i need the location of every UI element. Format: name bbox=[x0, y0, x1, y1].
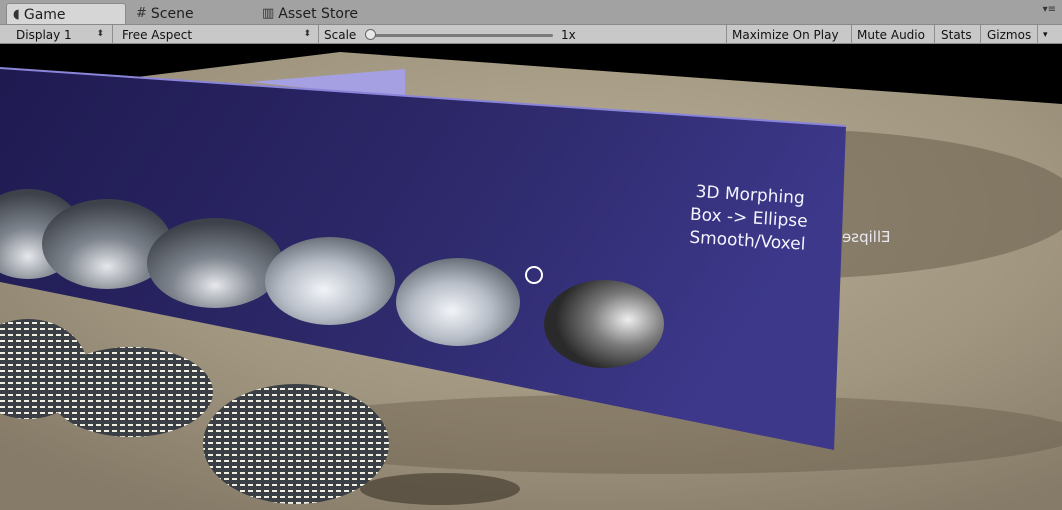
aspect-dropdown[interactable]: Free Aspect ⬍ bbox=[113, 25, 317, 44]
display-label: Display 1 bbox=[16, 27, 72, 42]
divider bbox=[726, 25, 727, 44]
gizmos-toggle[interactable]: Gizmos bbox=[987, 25, 1031, 44]
stats-toggle[interactable]: Stats bbox=[941, 25, 972, 44]
dropdown-arrow-icon: ⬍ bbox=[303, 29, 311, 39]
editor-tab-bar: ◖ Game # Scene ▥ Asset Store ▾≡ bbox=[0, 0, 1062, 25]
game-toolbar: Display 1 ⬍ Free Aspect ⬍ Scale 1x Maxim… bbox=[0, 24, 1062, 44]
display-dropdown[interactable]: Display 1 ⬍ bbox=[0, 25, 110, 44]
scale-slider-thumb[interactable] bbox=[365, 29, 376, 40]
game-viewport[interactable]: 3D Morphing Box -> Ellipse Smooth/Voxel … bbox=[0, 44, 1062, 510]
tab-scene-label: Scene bbox=[150, 5, 194, 22]
aspect-label: Free Aspect bbox=[122, 27, 193, 42]
gizmos-dropdown-icon[interactable]: ▾ bbox=[1043, 25, 1048, 44]
scale-value: 1x bbox=[561, 27, 576, 42]
store-icon: ▥ bbox=[262, 6, 275, 21]
divider bbox=[318, 25, 319, 44]
tab-asset-store[interactable]: ▥ Asset Store bbox=[262, 3, 358, 24]
maximize-on-play-toggle[interactable]: Maximize On Play bbox=[732, 25, 839, 44]
divider bbox=[1037, 25, 1038, 44]
scene-render bbox=[0, 44, 1062, 510]
tab-scene[interactable]: # Scene bbox=[136, 3, 194, 24]
scale-label: Scale bbox=[324, 27, 357, 42]
pacman-icon: ◖ bbox=[13, 7, 20, 22]
tab-menu-icon[interactable]: ▾≡ bbox=[1043, 4, 1056, 15]
panel-caption: 3D Morphing Box -> Ellipse Smooth/Voxel bbox=[677, 180, 821, 257]
scale-slider-track[interactable] bbox=[371, 34, 553, 37]
mute-audio-toggle[interactable]: Mute Audio bbox=[857, 25, 925, 44]
dropdown-arrow-icon: ⬍ bbox=[96, 29, 104, 39]
grid-icon: # bbox=[136, 6, 147, 21]
tab-game[interactable]: ◖ Game bbox=[6, 3, 126, 25]
divider bbox=[980, 25, 981, 44]
tab-game-label: Game bbox=[23, 6, 66, 23]
divider bbox=[934, 25, 935, 44]
tab-asset-store-label: Asset Store bbox=[278, 5, 359, 22]
divider bbox=[851, 25, 852, 44]
mirrored-label: Ellipse bbox=[842, 228, 891, 246]
